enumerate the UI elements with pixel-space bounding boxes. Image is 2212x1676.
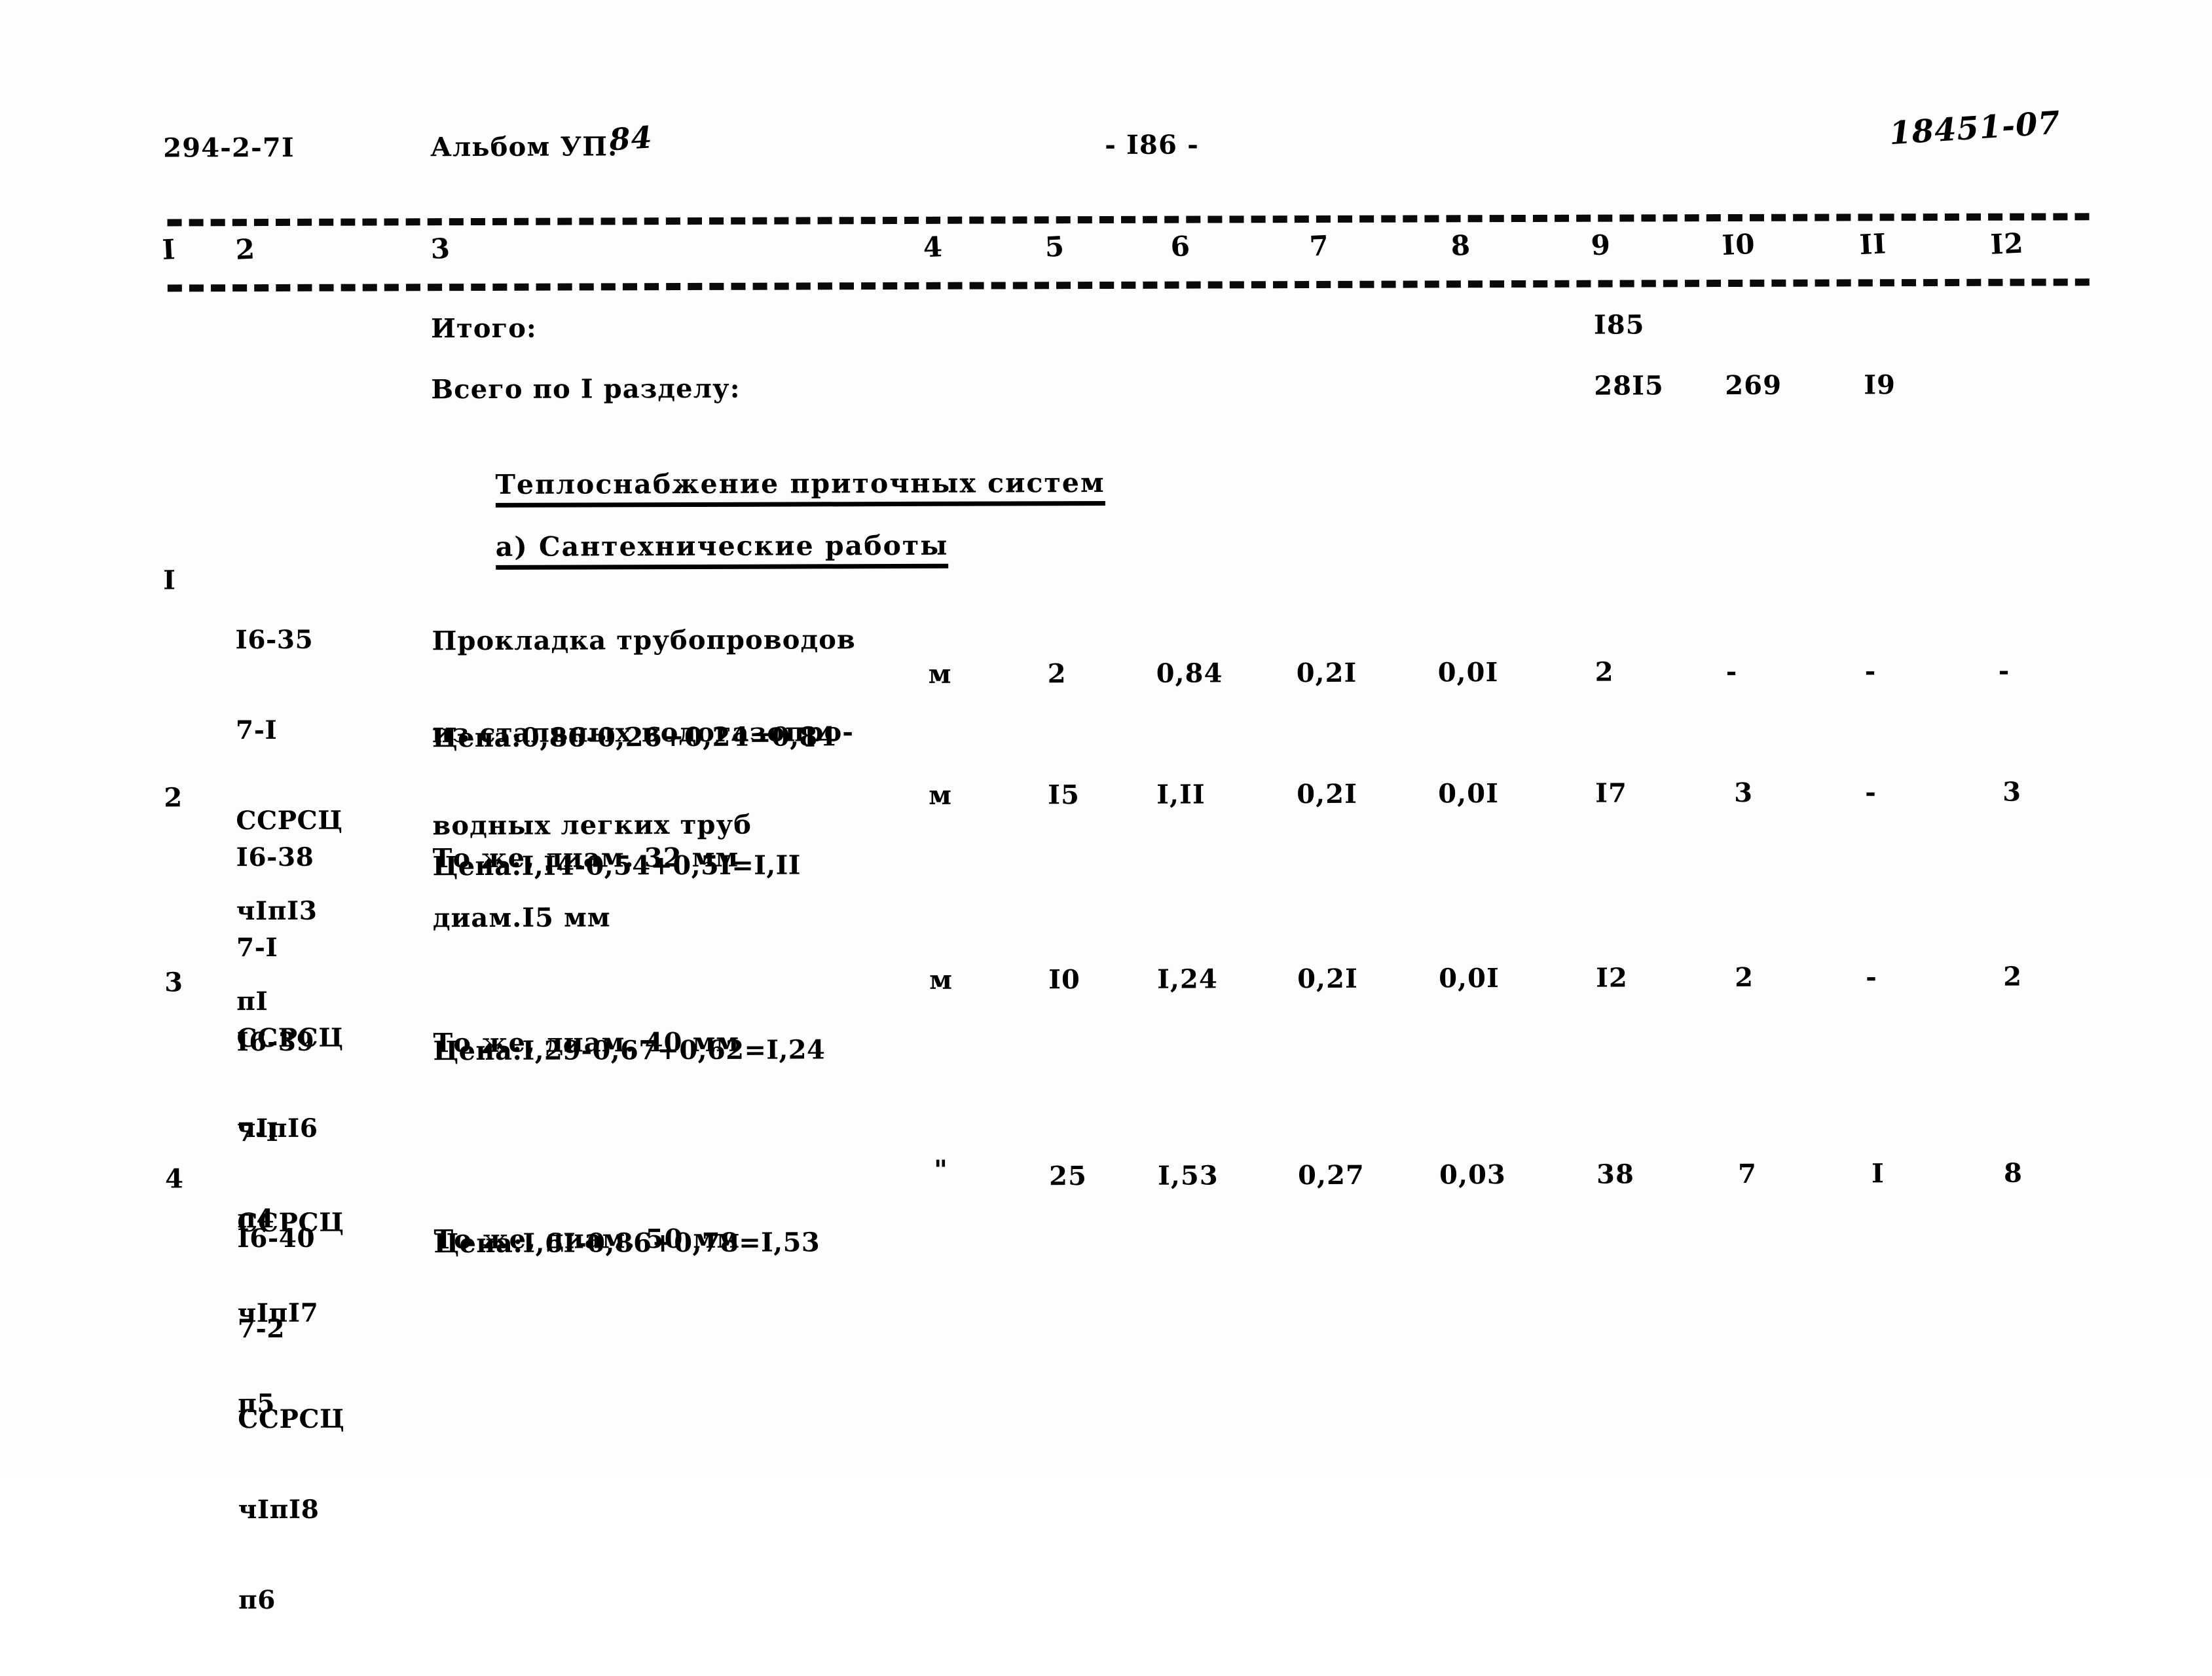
item-labor-norm: 0,2I bbox=[1297, 963, 1358, 995]
item-code-line: п6 bbox=[238, 1584, 276, 1616]
item-total-labor: - bbox=[1725, 656, 1738, 688]
item-unit-price: I,53 bbox=[1158, 1160, 1219, 1191]
item-code-line: I6-35 bbox=[235, 624, 314, 656]
estimate-table-body: Итого: I85 Всего по I разделу: 28I5 269 … bbox=[0, 0, 2212, 1615]
item-number: 4 bbox=[165, 1163, 185, 1195]
item-price-formula: Цена:0,86-0,26+0,24=0,84 bbox=[432, 721, 837, 754]
summary-row-section-total-col10: 269 bbox=[1725, 369, 1782, 401]
item-code-block: I6-40 7-2 ССРСЦ чIпI8 п6 bbox=[237, 1163, 346, 1676]
item-code-line: 7-I bbox=[236, 932, 278, 963]
item-code-line: ССРСЦ bbox=[238, 1404, 345, 1435]
item-machine-norm: 0,03 bbox=[1439, 1159, 1506, 1191]
summary-row-label-section-total: Всего по I разделу: bbox=[431, 373, 741, 405]
item-quantity: I0 bbox=[1048, 964, 1080, 996]
summary-row-total-col9: I85 bbox=[1593, 309, 1645, 341]
item-unit: м bbox=[928, 658, 952, 690]
item-code-line: I6-38 bbox=[236, 842, 314, 873]
item-total-extra: 2 bbox=[2003, 961, 2023, 992]
item-total-machine: - bbox=[1864, 656, 1877, 687]
item-unit: м bbox=[929, 964, 953, 996]
item-total-labor: 3 bbox=[1734, 777, 1754, 808]
item-unit: " bbox=[933, 1154, 949, 1185]
item-number: 3 bbox=[164, 967, 184, 998]
item-quantity: 2 bbox=[1047, 658, 1067, 690]
summary-row-section-total-col9: 28I5 bbox=[1594, 370, 1664, 401]
document-page: 294-2-7I Альбом УП. 84 - I86 - 18451-07 … bbox=[0, 0, 2212, 1615]
item-description-line: Прокладка трубопроводов bbox=[432, 624, 856, 657]
item-unit-price: I,II bbox=[1156, 779, 1206, 810]
item-total-cost: I2 bbox=[1596, 962, 1628, 994]
item-code-line: 7-I bbox=[236, 1117, 279, 1148]
item-total-labor: 2 bbox=[1735, 961, 1754, 993]
item-quantity: 25 bbox=[1049, 1161, 1088, 1192]
item-labor-norm: 0,2I bbox=[1297, 778, 1358, 810]
item-code-line: I6-39 bbox=[236, 1026, 315, 1058]
item-total-extra: 3 bbox=[2002, 776, 2022, 808]
item-unit-price: I,24 bbox=[1157, 963, 1218, 995]
summary-row-label-total: Итого: bbox=[430, 312, 537, 345]
item-labor-norm: 0,27 bbox=[1298, 1159, 1365, 1191]
item-code-line: чIпI8 bbox=[238, 1494, 320, 1525]
item-price-formula: Цена:I,6I-0,86+0,78=I,53 bbox=[433, 1227, 820, 1259]
item-code-line: 7-2 bbox=[237, 1313, 286, 1345]
item-total-extra: 8 bbox=[2004, 1157, 2023, 1189]
item-total-machine: - bbox=[1865, 777, 1877, 808]
item-machine-norm: 0,0I bbox=[1437, 657, 1499, 688]
item-total-machine: I bbox=[1871, 1158, 1885, 1189]
item-price-formula: Цена:I,29-0,67+0,62=I,24 bbox=[433, 1034, 826, 1067]
item-machine-norm: 0,0I bbox=[1438, 778, 1500, 810]
item-total-labor: 7 bbox=[1738, 1158, 1758, 1189]
item-labor-norm: 0,2I bbox=[1296, 657, 1357, 689]
item-total-cost: 2 bbox=[1594, 656, 1614, 688]
item-unit: м bbox=[929, 779, 953, 811]
item-number: 2 bbox=[164, 782, 183, 813]
item-code-line: 7-I bbox=[235, 715, 278, 746]
item-code-line: I6-40 bbox=[237, 1223, 316, 1254]
item-total-cost: I7 bbox=[1595, 777, 1628, 809]
item-quantity: I5 bbox=[1048, 779, 1080, 811]
item-total-extra: - bbox=[1998, 655, 2010, 686]
summary-row-section-total-col11: I9 bbox=[1864, 369, 1896, 401]
item-total-machine: - bbox=[1866, 961, 1877, 993]
item-number: I bbox=[163, 565, 177, 596]
item-total-cost: 38 bbox=[1596, 1159, 1635, 1190]
item-unit-price: 0,84 bbox=[1156, 658, 1223, 689]
item-price-formula: Цена:I,I4-0,54+0,5I=I,II bbox=[432, 849, 801, 882]
item-machine-norm: 0,0I bbox=[1439, 963, 1500, 994]
